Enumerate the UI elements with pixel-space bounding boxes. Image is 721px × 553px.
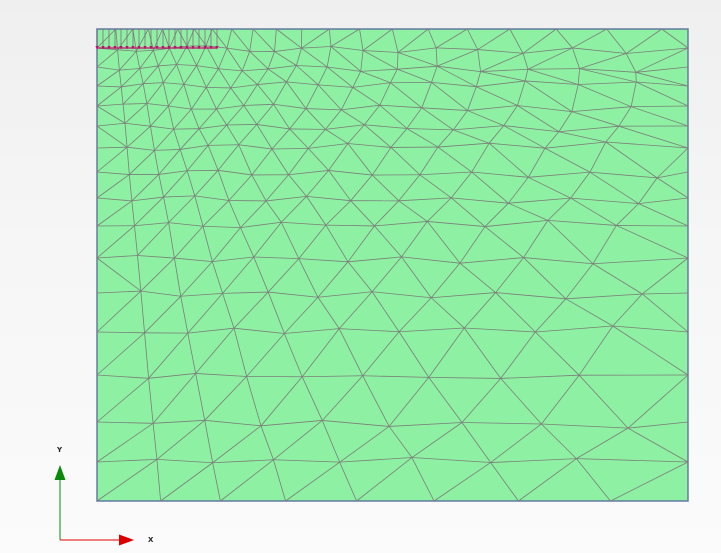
- soil-domain[interactable]: [96, 28, 689, 502]
- y-axis-label: Y: [57, 446, 63, 454]
- arrow-right-icon: [119, 534, 134, 546]
- model-viewport[interactable]: Y X: [0, 0, 721, 553]
- x-axis-label: X: [148, 536, 154, 544]
- fe-model-canvas[interactable]: [0, 0, 721, 553]
- arrow-up-icon: [54, 465, 66, 480]
- mesh-edge: [616, 225, 689, 227]
